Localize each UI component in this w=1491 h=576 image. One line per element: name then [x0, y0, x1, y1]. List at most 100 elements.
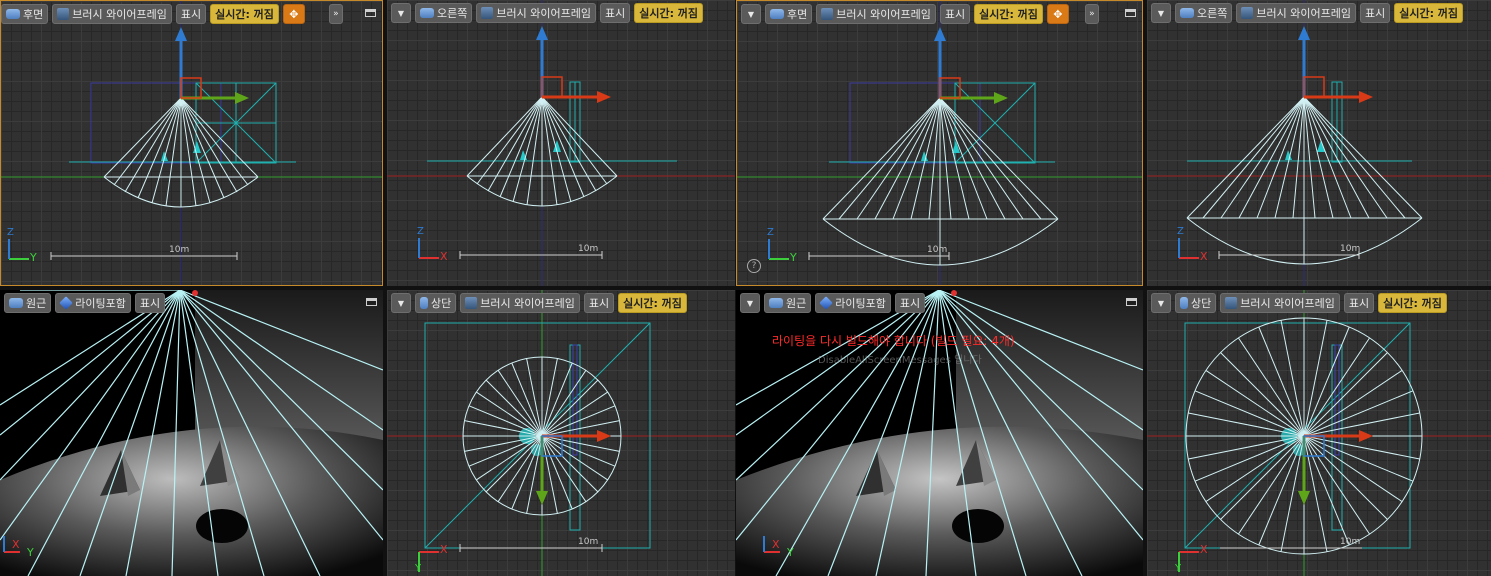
view-mode-button[interactable]: 브러시 와이어프레임	[1220, 293, 1340, 313]
view-type-label: 원근	[786, 297, 807, 310]
dropdown-icon: ▼	[746, 298, 754, 308]
viewport-back-1[interactable]: 10m Y Z 후면 브러시 와이어프레임 표시 실시간: 꺼짐 ✥ »	[0, 0, 383, 286]
realtime-button[interactable]: 실시간: 꺼짐	[974, 4, 1043, 24]
maximize-icon[interactable]	[365, 9, 376, 17]
view-icon	[770, 9, 784, 19]
viewport-menu-button[interactable]: ▼	[740, 293, 760, 313]
viewport-right-2[interactable]: 10m X Z ▼ 오른쪽 브러시 와이어프레임 표시 실시간: 꺼짐	[1147, 0, 1491, 286]
viewport-toolbar: ▼ 오른쪽 브러시 와이어프레임 표시 실시간: 꺼짐	[391, 3, 704, 23]
view-mode-label: 라이팅포함	[835, 297, 886, 310]
scale-label: 10m	[927, 245, 948, 255]
view-mode-button[interactable]: 라이팅포함	[815, 293, 891, 313]
realtime-button[interactable]: 실시간: 꺼짐	[634, 3, 704, 23]
show-button[interactable]: 표시	[939, 4, 971, 24]
show-button[interactable]: 표시	[894, 293, 926, 313]
mode-icon	[465, 297, 478, 309]
view-type-button[interactable]: 오른쪽	[415, 3, 473, 23]
viewport-menu-button[interactable]: ▼	[1151, 3, 1171, 23]
move-tool-button[interactable]: ✥	[1046, 4, 1069, 24]
view-mode-button[interactable]: 브러시 와이어프레임	[52, 4, 172, 24]
show-button[interactable]: 표시	[134, 293, 166, 313]
viewport-scene	[737, 1, 1142, 285]
view-mode-button[interactable]: 브러시 와이어프레임	[476, 3, 596, 23]
view-type-button[interactable]: 원근	[4, 293, 52, 313]
view-type-button[interactable]: 오른쪽	[1175, 3, 1233, 23]
show-label: 표시	[899, 297, 921, 310]
view-mode-button[interactable]: 브러시 와이어프레임	[460, 293, 580, 313]
view-mode-label: 라이팅포함	[75, 297, 126, 310]
axis-y-label: Y	[415, 563, 422, 574]
more-icon: »	[333, 9, 339, 19]
view-type-label: 상단	[431, 297, 452, 310]
view-icon	[6, 9, 20, 19]
scale-label: 10m	[578, 537, 599, 547]
view-type-button[interactable]: 상단	[415, 293, 457, 313]
view-icon	[1180, 297, 1188, 309]
viewport-toolbar: ▼ 상단 브러시 와이어프레임 표시 실시간: 꺼짐	[1151, 293, 1447, 313]
view-type-label: 오른쪽	[437, 7, 468, 20]
show-button[interactable]: 표시	[599, 3, 631, 23]
show-label: 표시	[1364, 7, 1386, 20]
view-type-label: 오른쪽	[1197, 7, 1228, 20]
viewport-scene	[1, 1, 382, 285]
lit-mode-icon	[59, 296, 74, 310]
viewport-toolbar: ▼ 후면 브러시 와이어프레임 표시 실시간: 꺼짐 ✥ »	[741, 4, 1099, 24]
mode-icon	[57, 8, 70, 20]
realtime-button[interactable]: 실시간: 꺼짐	[618, 293, 687, 313]
show-label: 표시	[588, 297, 610, 310]
mode-icon	[1225, 297, 1238, 309]
realtime-label: 실시간: 꺼짐	[623, 297, 682, 310]
move-icon: ✥	[289, 7, 299, 21]
viewport-top-2[interactable]: 10m X Y ▼ 상단 브러시 와이어프레임 표시 실시간: 꺼짐	[1147, 290, 1491, 576]
view-mode-label: 브러시 와이어프레임	[72, 8, 167, 21]
viewport-menu-button[interactable]: ▼	[391, 293, 411, 313]
axis-z-label: Z	[7, 227, 14, 238]
move-icon: ✥	[1053, 7, 1063, 21]
maximize-icon[interactable]	[1126, 298, 1137, 306]
view-mode-button[interactable]: 브러시 와이어프레임	[1236, 3, 1356, 23]
viewport-menu-button[interactable]: ▼	[1151, 293, 1171, 313]
view-type-label: 후면	[787, 8, 808, 21]
more-button[interactable]: »	[1084, 4, 1099, 24]
move-tool-button[interactable]: ✥	[282, 4, 305, 24]
realtime-label: 실시간: 꺼짐	[639, 7, 699, 20]
help-icon[interactable]: ?	[747, 259, 761, 273]
realtime-button[interactable]: 실시간: 꺼짐	[1394, 3, 1464, 23]
viewport-perspective-2[interactable]: 라이팅을 다시 빌드해야 합니다 (빌드 필요: 4개) DisableAllS…	[736, 290, 1143, 576]
view-type-button[interactable]: 상단	[1175, 293, 1217, 313]
maximize-icon[interactable]	[1125, 9, 1136, 17]
view-type-label: 상단	[1191, 297, 1212, 310]
view-mode-label: 브러시 와이어프레임	[480, 297, 575, 310]
realtime-label: 실시간: 꺼짐	[1399, 7, 1459, 20]
realtime-button[interactable]: 실시간: 꺼짐	[210, 4, 279, 24]
view-type-button[interactable]: 원근	[764, 293, 812, 313]
view-type-button[interactable]: 후면	[765, 4, 813, 24]
show-button[interactable]: 표시	[1343, 293, 1375, 313]
viewport-menu-button[interactable]: ▼	[391, 3, 411, 23]
viewport-back-2[interactable]: 10m Y Z ? ▼ 후면 브러시 와이어프레임 표시 실시간: 꺼짐 ✥ »	[736, 0, 1143, 286]
realtime-button[interactable]: 실시간: 꺼짐	[1378, 293, 1447, 313]
scale-label: 10m	[1340, 537, 1361, 547]
view-mode-label: 브러시 와이어프레임	[836, 8, 931, 21]
view-mode-button[interactable]: 브러시 와이어프레임	[816, 4, 936, 24]
more-button[interactable]: »	[328, 4, 343, 24]
axis-x-label: X	[772, 538, 780, 551]
viewport-scene	[1147, 290, 1491, 576]
view-type-button[interactable]: 후면	[1, 4, 49, 24]
show-button[interactable]: 표시	[175, 4, 207, 24]
axis-y-label: Y	[1175, 563, 1182, 574]
realtime-label: 실시간: 꺼짐	[979, 8, 1038, 21]
show-button[interactable]: 표시	[1359, 3, 1391, 23]
maximize-icon[interactable]	[366, 298, 377, 306]
dropdown-icon: ▼	[1157, 298, 1165, 308]
viewport-perspective-1[interactable]: X Y 원근 라이팅포함 표시	[0, 290, 383, 576]
axis-y-label: Y	[790, 251, 797, 264]
show-label: 표시	[180, 8, 202, 21]
view-mode-button[interactable]: 라이팅포함	[55, 293, 131, 313]
viewport-right-1[interactable]: 10m X Z ▼ 오른쪽 브러시 와이어프레임 표시 실시간: 꺼짐	[387, 0, 735, 286]
viewport-top-1[interactable]: 10m X Y ▼ 상단 브러시 와이어프레임 표시 실시간: 꺼짐	[387, 290, 735, 576]
show-button[interactable]: 표시	[583, 293, 615, 313]
view-icon	[420, 8, 434, 18]
dropdown-icon: ▼	[1157, 8, 1165, 18]
viewport-menu-button[interactable]: ▼	[741, 4, 761, 24]
